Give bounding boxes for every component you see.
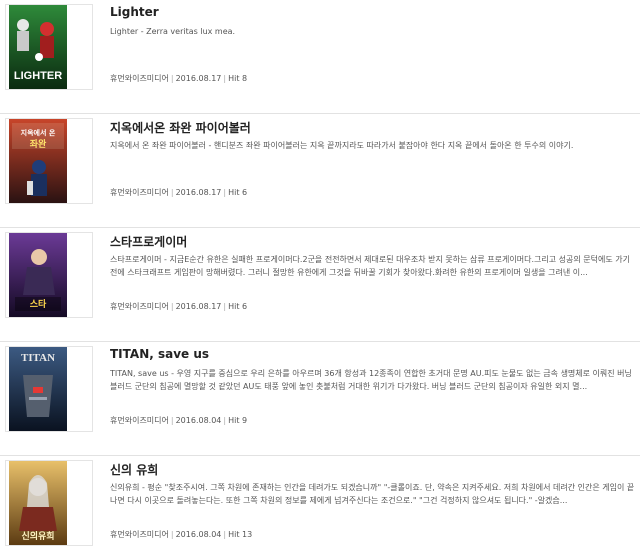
book-meta: 휴먼와이즈미디어 | 2016.08.17 | Hit 6 [110,302,248,311]
publisher: 휴먼와이즈미디어 [110,188,169,197]
book-description: Lighter - Zerra veritas lux mea. [110,27,236,36]
cover-art: LIGHTER [9,5,67,89]
publisher: 휴먼와이즈미디어 [110,74,169,83]
book-description: 신의유희 - 평순 "찾조주시여. 그쪽 차원에 존재하는 인간을 데려가도 되… [110,483,635,505]
publisher: 휴먼와이즈미디어 [110,530,169,539]
cover-art: 지옥에서 온 좌완 [9,119,67,203]
book-description: TITAN, save us - 우영 지구를 중심으로 우리 은하를 아우르며… [110,369,632,391]
list-item[interactable]: LIGHTER Lighter Lighter - Zerra veritas … [0,0,640,114]
book-title[interactable]: 지옥에서온 좌완 파이어볼러 [110,119,251,136]
publisher: 휴먼와이즈미디어 [110,302,169,311]
book-meta: 휴먼와이즈미디어 | 2016.08.04 | Hit 13 [110,530,253,539]
hit-count: Hit 13 [228,530,253,539]
publisher: 휴먼와이즈미디어 [110,416,169,425]
book-title[interactable]: Lighter [110,5,159,19]
list-item[interactable]: TITAN TITAN, save us TITAN, save us - 우영… [0,342,640,456]
book-meta: 휴먼와이즈미디어 | 2016.08.04 | Hit 9 [110,416,248,425]
cover-art: 신의유희 [9,461,67,545]
svg-text:스타: 스타 [30,298,47,310]
hit-count: Hit 6 [228,188,248,197]
book-description: 스타프로게이머 - 지금E순간 유한은 실패한 프로게이머다.2군을 전전하면서… [110,255,630,277]
cover-art: 스타 [9,233,67,317]
book-cover-frame[interactable]: 스타 [5,232,93,318]
hit-count: Hit 9 [228,416,248,425]
svg-text:지옥에서 온: 지옥에서 온 [21,128,56,137]
cover-art: TITAN [9,347,67,431]
book-cover-image[interactable]: TITAN [9,347,67,431]
book-title[interactable]: 스타프로게이머 [110,233,187,250]
book-meta: 휴먼와이즈미디어 | 2016.08.17 | Hit 6 [110,188,248,197]
book-title[interactable]: TITAN, save us [110,347,209,361]
date: 2016.08.04 [175,530,222,539]
svg-text:좌완: 좌완 [30,138,47,150]
date: 2016.08.04 [175,416,222,425]
book-description: 지옥에서 온 좌완 파이어볼러 - 핸디분즈 좌완 파이어볼러는 지옥 끝까지라… [110,141,574,150]
date: 2016.08.17 [175,302,222,311]
date: 2016.08.17 [175,188,222,197]
list-item[interactable]: 신의유희 신의 유희 신의유희 - 평순 "찾조주시여. 그쪽 차원에 존재하는… [0,456,640,556]
book-cover-image[interactable]: 지옥에서 온 좌완 [9,119,67,203]
book-cover-image[interactable]: 스타 [9,233,67,317]
hit-count: Hit 6 [228,302,248,311]
book-cover-frame[interactable]: 신의유희 [5,460,93,546]
book-meta: 휴먼와이즈미디어 | 2016.08.17 | Hit 8 [110,74,248,83]
cover-title-text: TITAN [21,352,55,364]
list-item[interactable]: 스타 스타프로게이머 스타프로게이머 - 지금E순간 유한은 실패한 프로게이머… [0,228,640,342]
book-cover-frame[interactable]: TITAN [5,346,93,432]
book-cover-image[interactable]: 신의유희 [9,461,67,545]
list-item[interactable]: 지옥에서 온 좌완 지옥에서온 좌완 파이어볼러 지옥에서 온 좌완 파이어볼러… [0,114,640,228]
book-cover-frame[interactable]: 지옥에서 온 좌완 [5,118,93,204]
book-title[interactable]: 신의 유희 [110,461,158,478]
book-cover-frame[interactable]: LIGHTER [5,4,93,90]
date: 2016.08.17 [175,74,222,83]
hit-count: Hit 8 [228,74,248,83]
svg-text:신의유희: 신의유희 [21,530,54,542]
cover-title-text: LIGHTER [14,70,62,82]
book-cover-image[interactable]: LIGHTER [9,5,67,89]
book-list: LIGHTER Lighter Lighter - Zerra veritas … [0,0,640,556]
